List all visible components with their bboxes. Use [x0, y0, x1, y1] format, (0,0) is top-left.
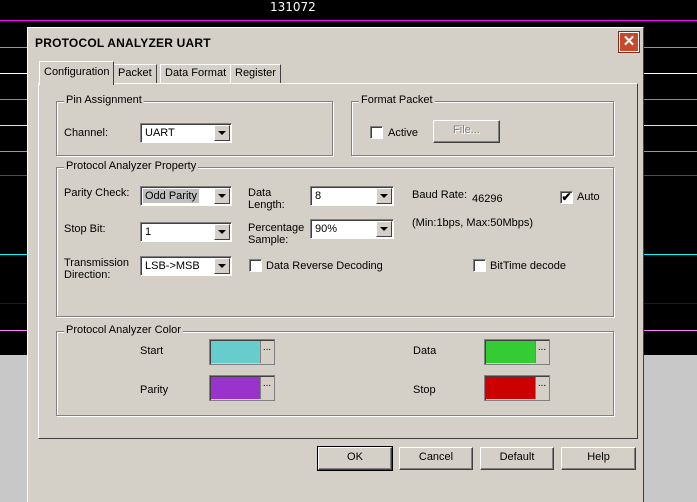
data-color-more-button[interactable]: ...: [535, 341, 548, 363]
baud-rate-value: 46296: [472, 193, 503, 205]
bittime-decode-checkbox[interactable]: [473, 259, 486, 272]
parity-color-more-button[interactable]: ...: [260, 377, 273, 399]
tab-configuration[interactable]: Configuration: [39, 61, 115, 85]
stop-color-picker[interactable]: ...: [484, 375, 550, 401]
analyzer-color-legend: Protocol Analyzer Color: [64, 324, 183, 336]
parity-check-value: Odd Parity: [143, 189, 199, 203]
stop-color-label: Stop: [413, 384, 436, 396]
channel-value: UART: [145, 127, 175, 139]
close-icon[interactable]: ✕: [618, 31, 640, 53]
stop-bit-value: 1: [145, 226, 152, 238]
chevron-down-icon[interactable]: [214, 224, 230, 240]
start-color-more-button[interactable]: ...: [260, 341, 273, 363]
tab-data-format[interactable]: Data Format: [160, 64, 232, 83]
channel-trace: [0, 20, 697, 21]
ok-button[interactable]: OK: [317, 446, 393, 471]
auto-checkbox[interactable]: ✔: [560, 191, 573, 204]
parity-color-picker[interactable]: ...: [209, 375, 275, 401]
analyzer-property-legend: Protocol Analyzer Property: [64, 160, 199, 172]
parity-color-swatch: [211, 377, 261, 399]
parity-color-label: Parity: [140, 384, 169, 396]
stop-bit-select[interactable]: 1: [140, 222, 232, 242]
data-reverse-checkbox[interactable]: [249, 259, 262, 272]
active-label: Active: [388, 127, 418, 139]
sample-count-label: 131072: [270, 0, 316, 14]
chevron-down-icon[interactable]: [376, 221, 392, 237]
transmission-direction-select[interactable]: LSB->MSB: [140, 256, 232, 276]
stop-color-swatch: [486, 377, 536, 399]
chevron-down-icon[interactable]: [214, 188, 230, 204]
data-reverse-label: Data Reverse Decoding: [266, 260, 383, 272]
baud-range-note: (Min:1bps, Max:50Mbps): [412, 217, 534, 229]
parity-check-label: Parity Check:: [64, 187, 130, 199]
channel-select[interactable]: UART: [140, 123, 232, 143]
stop-bit-label: Stop Bit:: [64, 223, 106, 235]
data-color-swatch: [486, 341, 536, 363]
percentage-sample-value: 90%: [315, 223, 338, 235]
percentage-sample-select[interactable]: 90%: [310, 219, 394, 239]
baud-rate-label: Baud Rate:: [412, 189, 468, 201]
stop-color-more-button[interactable]: ...: [535, 377, 548, 399]
pin-assignment-legend: Pin Assignment: [64, 94, 144, 106]
tab-packet[interactable]: Packet: [113, 64, 157, 83]
dialog-title: PROTOCOL ANALYZER UART: [35, 36, 211, 50]
help-button[interactable]: Help: [561, 447, 636, 470]
chevron-down-icon[interactable]: [214, 125, 230, 141]
start-color-swatch: [211, 341, 261, 363]
format-packet-legend: Format Packet: [359, 94, 435, 106]
start-color-picker[interactable]: ...: [209, 339, 275, 365]
cancel-button[interactable]: Cancel: [399, 447, 473, 470]
data-length-label: Length:: [248, 199, 285, 211]
data-color-picker[interactable]: ...: [484, 339, 550, 365]
transmission-direction-value: LSB->MSB: [145, 260, 200, 272]
file-button[interactable]: File...: [433, 120, 500, 143]
data-length-value: 8: [315, 190, 322, 202]
title-bar[interactable]: PROTOCOL ANALYZER UART ✕: [30, 30, 641, 56]
auto-label: Auto: [577, 191, 600, 203]
parity-check-select[interactable]: Odd Parity: [140, 186, 232, 206]
tab-register[interactable]: Register: [230, 64, 281, 83]
chevron-down-icon[interactable]: [214, 258, 230, 274]
chevron-down-icon[interactable]: [376, 188, 392, 204]
active-checkbox[interactable]: [370, 126, 383, 139]
transmission-direction-label: Direction:: [64, 269, 111, 281]
default-button[interactable]: Default: [480, 447, 554, 470]
percentage-sample-label: Sample:: [248, 234, 289, 246]
data-color-label: Data: [413, 345, 437, 357]
channel-label: Channel:: [64, 127, 109, 139]
data-length-select[interactable]: 8: [310, 186, 394, 206]
start-color-label: Start: [140, 345, 164, 357]
bittime-decode-label: BitTime decode: [490, 260, 567, 272]
